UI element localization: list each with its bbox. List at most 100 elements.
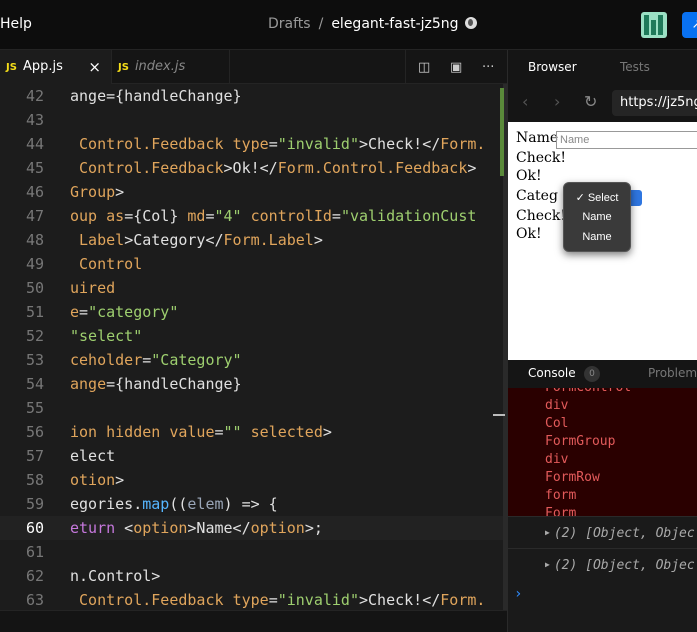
select-dropdown[interactable]: ✓ Select Name Name (563, 182, 631, 252)
panel-tabs: Browser Tests (508, 50, 697, 84)
code-line[interactable]: 43 (0, 108, 507, 132)
line-number: 53 (25, 351, 44, 369)
code-line[interactable]: 62 n.Control> (0, 564, 507, 588)
code-token: ange={handleChange} (70, 87, 242, 105)
code-text: eturn <option>Name</option>; (70, 516, 323, 540)
line-number: 59 (25, 495, 44, 513)
code-token: type (232, 591, 269, 609)
tab-browser[interactable]: Browser (528, 60, 577, 74)
tab-app-js[interactable]: JS App.js × (0, 50, 112, 84)
code-line[interactable]: 42 ange={handleChange} (0, 84, 507, 108)
code-line[interactable]: 51 e="category" (0, 300, 507, 324)
line-number: 55 (25, 399, 44, 417)
scroll-thumb[interactable] (493, 414, 505, 416)
code-line[interactable]: 55 (0, 396, 507, 420)
code-line[interactable]: 45 Control.Feedback>Ok!</Form.Control.Fe… (0, 156, 507, 180)
breadcrumb-drafts[interactable]: Drafts (268, 16, 311, 32)
code-token: >Category</ (124, 231, 224, 249)
dropdown-option-select[interactable]: ✓ Select (564, 191, 630, 204)
dropdown-option-name[interactable]: Name (564, 231, 630, 243)
code-line[interactable]: 53 ceholder="Category" (0, 348, 507, 372)
tab-tests[interactable]: Tests (620, 60, 650, 74)
code-line[interactable]: 58 otion> (0, 468, 507, 492)
expand-icon[interactable]: ▶ (545, 560, 550, 569)
forward-icon[interactable]: › (554, 92, 560, 111)
url-bar[interactable]: https://jz5ng. (612, 90, 697, 116)
more-icon[interactable]: ··· (482, 60, 494, 75)
menu-help[interactable]: Help (0, 16, 32, 32)
code-line[interactable]: 48 Label>Category</Form.Label> (0, 228, 507, 252)
tab-problems[interactable]: Problems (648, 366, 697, 380)
code-line[interactable]: 57 elect (0, 444, 507, 468)
dropdown-option-name[interactable]: Name (564, 211, 630, 223)
code-line[interactable]: 47 oup as={Col} md="4" controlId="validat… (0, 204, 507, 228)
code-line[interactable]: 49 Control (0, 252, 507, 276)
code-text: Control.Feedback type="invalid">Check!</… (70, 132, 485, 156)
code-line[interactable]: 44 Control.Feedback type="invalid">Check… (0, 132, 507, 156)
line-number: 51 (25, 303, 44, 321)
console-count-badge: 0 (584, 366, 600, 382)
code-token: Control.Feedback (79, 591, 224, 609)
share-button[interactable]: ↗ (682, 12, 697, 38)
js-file-icon: JS (118, 62, 129, 73)
error-stack-line: div (545, 398, 569, 413)
split-view-icon[interactable]: ◫ (418, 60, 430, 75)
code-token: > (467, 159, 477, 177)
code-token: Label (79, 231, 125, 249)
avatar[interactable] (641, 12, 667, 38)
refresh-icon[interactable]: ↻ (584, 92, 597, 111)
browser-nav: ‹ › ↻ https://jz5ng. (508, 84, 697, 122)
line-number: 52 (25, 327, 44, 345)
code-line[interactable]: 61 (0, 540, 507, 564)
tab-label: index.js (134, 59, 186, 74)
code-line[interactable]: 59 egories.map((elem) => { (0, 492, 507, 516)
code-token: Control.Feedback (79, 135, 224, 153)
line-number: 54 (25, 375, 44, 393)
code-text: Control.Feedback type="invalid">Check!</… (70, 588, 485, 610)
line-number: 45 (25, 159, 44, 177)
code-token: selected (250, 423, 323, 441)
tab-console[interactable]: Console (528, 366, 576, 380)
code-token: "select" (70, 327, 143, 345)
feedback-text: Check! (516, 208, 566, 224)
code-editor[interactable]: 63 Control.Feedback type="invalid">Check… (0, 84, 507, 610)
code-token: eturn (70, 519, 116, 537)
code-line[interactable]: 63 Control.Feedback type="invalid">Check… (0, 588, 507, 610)
preview-icon[interactable]: ▣ (450, 60, 462, 75)
code-line[interactable]: 54 ange={handleChange} (0, 372, 507, 396)
code-token: map (142, 495, 170, 513)
code-text: ceholder="Category" (70, 348, 242, 372)
tab-index-js[interactable]: JS index.js (112, 50, 230, 84)
sandbox-name[interactable]: elegant-fast-jz5ng (331, 16, 458, 32)
code-token: = (142, 351, 152, 369)
code-token: "Category" (151, 351, 242, 369)
console-prompt[interactable]: › (514, 586, 522, 602)
line-number: 56 (25, 423, 44, 441)
code-token: >; (304, 519, 323, 537)
name-input[interactable]: Name (556, 131, 697, 149)
code-line[interactable]: 60 eturn <option>Name</option>; (0, 516, 507, 540)
error-stack-line: div (545, 452, 569, 467)
expand-icon[interactable]: ▶ (545, 528, 550, 537)
change-marker (500, 88, 504, 176)
code-line[interactable]: 46 Group> (0, 180, 507, 204)
code-text: n.Control> (70, 564, 160, 588)
code-line[interactable]: 50 uired (0, 276, 507, 300)
code-token: > (115, 183, 125, 201)
console-object-entry[interactable]: ▶ (2) [Object, Objec (508, 548, 697, 580)
back-icon[interactable]: ‹ (522, 92, 528, 111)
code-line[interactable]: 56 ion hidden value="" selected> (0, 420, 507, 444)
close-icon[interactable]: × (88, 50, 101, 84)
line-number: 57 (25, 447, 44, 465)
code-token: uired (70, 279, 116, 297)
console-object-entry[interactable]: ▶ (2) [Object, Objec (508, 516, 697, 548)
code-line[interactable]: 52 "select" (0, 324, 507, 348)
code-token: = (205, 207, 215, 225)
